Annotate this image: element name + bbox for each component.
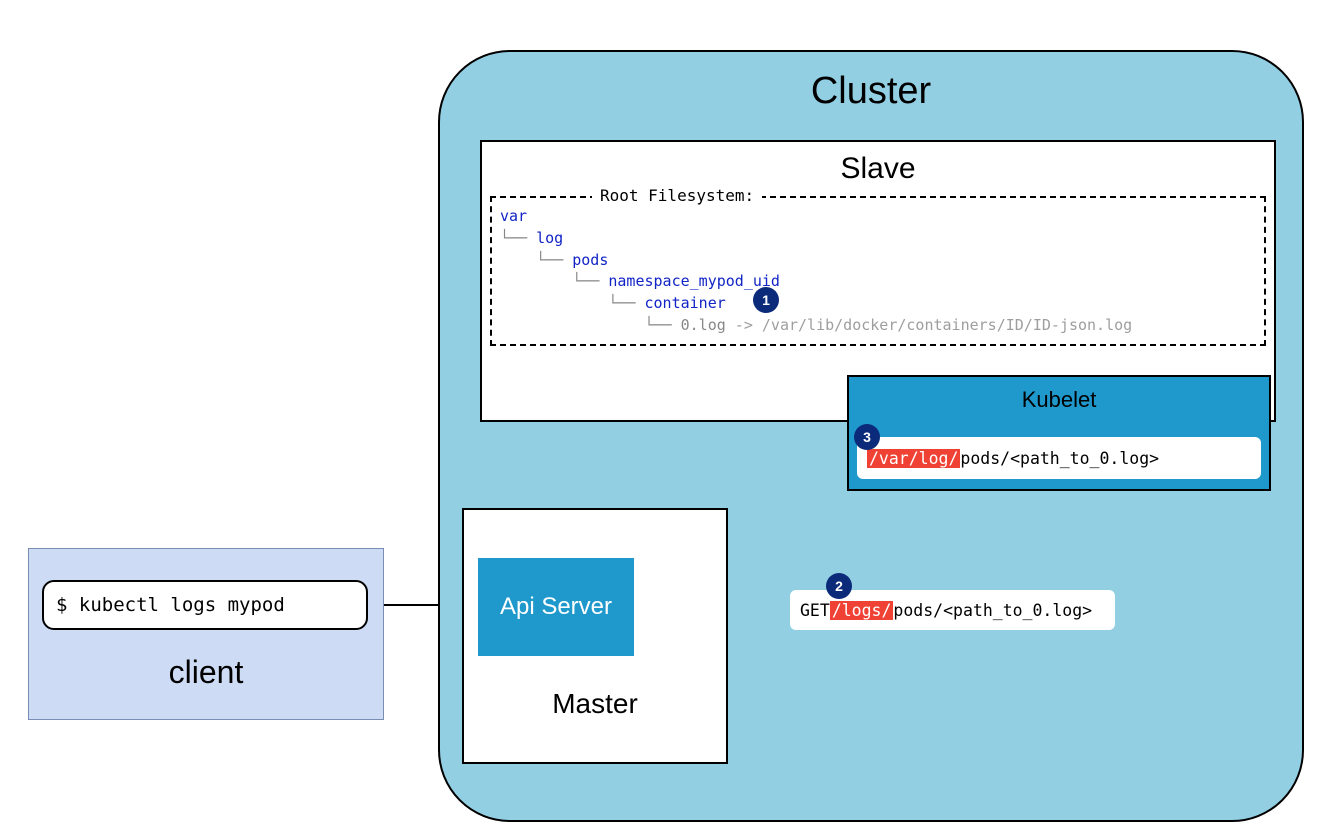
http-path-highlight: /logs/ bbox=[830, 601, 894, 620]
step-badge-1: 1 bbox=[753, 287, 779, 313]
dir-var: var bbox=[500, 207, 527, 225]
master-title: Master bbox=[462, 688, 728, 720]
dir-pods: pods bbox=[572, 251, 608, 269]
dir-log: log bbox=[536, 229, 563, 247]
cluster-title: Cluster bbox=[440, 70, 1302, 113]
file-0-log: 0.log bbox=[681, 316, 726, 334]
dir-namespace: namespace_mypod_uid bbox=[608, 272, 780, 290]
client-title: client bbox=[28, 654, 384, 691]
api-server-label: Api Server bbox=[500, 593, 612, 621]
dir-container: container bbox=[645, 294, 726, 312]
kubelet-title: Kubelet bbox=[849, 387, 1269, 413]
kubectl-command-box: $ kubectl logs mypod bbox=[42, 580, 368, 630]
client-box bbox=[28, 548, 384, 720]
http-path-rest: pods/<path_to_0.log> bbox=[893, 601, 1092, 620]
symlink-target: -> /var/lib/docker/containers/ID/ID-json… bbox=[726, 316, 1132, 334]
kubelet-path-highlight: /var/log/ bbox=[867, 449, 960, 468]
api-server-box: Api Server bbox=[478, 558, 634, 656]
slave-title: Slave bbox=[482, 152, 1274, 186]
kubelet-box: Kubelet /var/log/pods/<path_to_0.log> bbox=[847, 375, 1271, 491]
root-filesystem-legend: Root Filesystem: bbox=[592, 186, 762, 205]
step-badge-2: 2 bbox=[826, 573, 852, 599]
root-filesystem-box: Root Filesystem: var └── log └── pods └─… bbox=[490, 196, 1266, 346]
kubectl-command-text: $ kubectl logs mypod bbox=[56, 594, 285, 616]
kubelet-path-rest: pods/<path_to_0.log> bbox=[960, 449, 1159, 468]
http-method: GET bbox=[800, 601, 830, 620]
kubelet-path-box: /var/log/pods/<path_to_0.log> bbox=[857, 437, 1261, 479]
step-badge-3: 3 bbox=[854, 424, 880, 450]
filesystem-tree: var └── log └── pods └── namespace_mypod… bbox=[500, 206, 1260, 337]
